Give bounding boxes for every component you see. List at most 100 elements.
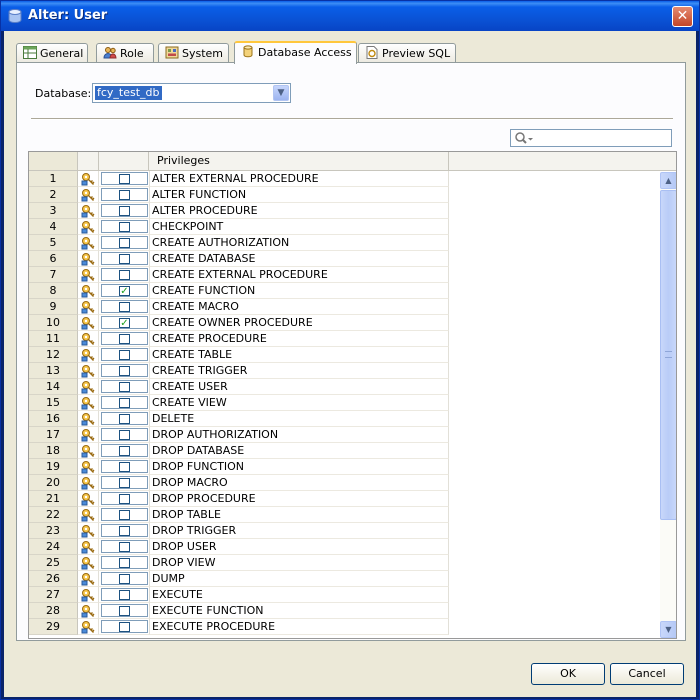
table-row[interactable]: 2 ALTER FUNCTION bbox=[29, 187, 661, 203]
grant-checkbox-cell bbox=[99, 171, 149, 187]
table-row[interactable]: 15 CREATE VIEW bbox=[29, 395, 661, 411]
privilege-name: CREATE OWNER PROCEDURE bbox=[149, 315, 449, 331]
table-row[interactable]: 4 CHECKPOINT bbox=[29, 219, 661, 235]
checkmark-icon bbox=[119, 206, 130, 216]
row-number: 1 bbox=[29, 171, 78, 187]
table-row[interactable]: 12 CREATE TABLE bbox=[29, 347, 661, 363]
grant-checkbox[interactable] bbox=[101, 172, 148, 185]
privileges-column-header[interactable]: Privileges bbox=[149, 152, 449, 170]
checkmark-icon bbox=[119, 222, 130, 232]
table-row[interactable]: 29 EXECUTE PROCEDURE bbox=[29, 619, 661, 635]
search-icon bbox=[515, 132, 533, 144]
checkmark-icon bbox=[119, 302, 130, 312]
tab-system[interactable]: System bbox=[158, 43, 229, 63]
grip-icon bbox=[665, 351, 672, 358]
table-row[interactable]: 21 DROP PROCEDURE bbox=[29, 491, 661, 507]
table-row[interactable]: 19 DROP FUNCTION bbox=[29, 459, 661, 475]
tab-general[interactable]: General bbox=[16, 43, 88, 63]
grant-checkbox[interactable] bbox=[101, 236, 148, 249]
tab-label: Preview SQL bbox=[382, 47, 451, 60]
table-row[interactable]: 14 CREATE USER bbox=[29, 379, 661, 395]
table-row[interactable]: 13 CREATE TRIGGER bbox=[29, 363, 661, 379]
database-key-icon bbox=[243, 45, 253, 58]
grant-checkbox[interactable] bbox=[101, 444, 148, 457]
grant-checkbox[interactable]: ✓ bbox=[101, 284, 148, 297]
table-row[interactable]: 24 DROP USER bbox=[29, 539, 661, 555]
table-row[interactable]: 25 DROP VIEW bbox=[29, 555, 661, 571]
grant-checkbox[interactable] bbox=[101, 604, 148, 617]
table-row[interactable]: 23 DROP TRIGGER bbox=[29, 523, 661, 539]
tab-role[interactable]: Role bbox=[96, 43, 154, 63]
table-row[interactable]: 22 DROP TABLE bbox=[29, 507, 661, 523]
grant-checkbox-cell bbox=[99, 219, 149, 235]
table-row[interactable]: 11 CREATE PROCEDURE bbox=[29, 331, 661, 347]
scrollbar-thumb[interactable] bbox=[660, 190, 676, 520]
grant-checkbox[interactable] bbox=[101, 460, 148, 473]
grant-checkbox[interactable] bbox=[101, 524, 148, 537]
row-number: 12 bbox=[29, 347, 78, 363]
grant-checkbox[interactable] bbox=[101, 268, 148, 281]
checkmark-icon bbox=[119, 494, 130, 504]
table-row[interactable]: 9 CREATE MACRO bbox=[29, 299, 661, 315]
grant-checkbox[interactable] bbox=[101, 428, 148, 441]
database-access-panel: Database: fcy_test_db ▼ Privileges 1 ALT… bbox=[16, 62, 686, 641]
table-row[interactable]: 5 CREATE AUTHORIZATION bbox=[29, 235, 661, 251]
grant-checkbox[interactable]: ✓ bbox=[101, 316, 148, 329]
grant-checkbox[interactable] bbox=[101, 348, 148, 361]
grant-checkbox[interactable] bbox=[101, 188, 148, 201]
tab-preview-sql[interactable]: Preview SQL bbox=[358, 43, 456, 63]
grant-checkbox[interactable] bbox=[101, 220, 148, 233]
grant-checkbox[interactable] bbox=[101, 492, 148, 505]
table-row[interactable]: 20 DROP MACRO bbox=[29, 475, 661, 491]
grant-checkbox[interactable] bbox=[101, 588, 148, 601]
privilege-key-icon bbox=[81, 525, 95, 538]
grant-checkbox[interactable] bbox=[101, 380, 148, 393]
privilege-filter-input[interactable] bbox=[510, 129, 672, 147]
grant-checkbox[interactable] bbox=[101, 572, 148, 585]
checkmark-icon bbox=[119, 606, 130, 616]
table-row[interactable]: 16 DELETE bbox=[29, 411, 661, 427]
grant-checkbox[interactable] bbox=[101, 476, 148, 489]
grant-checkbox[interactable] bbox=[101, 332, 148, 345]
table-row[interactable]: 26 DUMP bbox=[29, 571, 661, 587]
grant-checkbox[interactable] bbox=[101, 204, 148, 217]
table-row[interactable]: 6 CREATE DATABASE bbox=[29, 251, 661, 267]
privilege-name: DUMP bbox=[149, 571, 449, 587]
icon-cell bbox=[78, 363, 99, 379]
ok-button[interactable]: OK bbox=[531, 663, 605, 685]
table-row[interactable]: 10 ✓ CREATE OWNER PROCEDURE bbox=[29, 315, 661, 331]
grant-checkbox[interactable] bbox=[101, 364, 148, 377]
grant-checkbox[interactable] bbox=[101, 396, 148, 409]
grant-checkbox[interactable] bbox=[101, 556, 148, 569]
privilege-name: DROP MACRO bbox=[149, 475, 449, 491]
grant-checkbox[interactable] bbox=[101, 508, 148, 521]
cancel-button[interactable]: Cancel bbox=[610, 663, 684, 685]
grant-checkbox-cell bbox=[99, 475, 149, 491]
table-row[interactable]: 1 ALTER EXTERNAL PROCEDURE bbox=[29, 171, 661, 187]
grant-checkbox[interactable] bbox=[101, 252, 148, 265]
table-row[interactable]: 28 EXECUTE FUNCTION bbox=[29, 603, 661, 619]
table-row[interactable]: 8 ✓ CREATE FUNCTION bbox=[29, 283, 661, 299]
grant-checkbox[interactable] bbox=[101, 620, 148, 633]
close-button[interactable]: ✕ bbox=[672, 6, 693, 27]
dropdown-arrow-icon[interactable]: ▼ bbox=[273, 85, 289, 101]
grant-checkbox[interactable] bbox=[101, 412, 148, 425]
grant-checkbox[interactable] bbox=[101, 540, 148, 553]
table-row[interactable]: 3 ALTER PROCEDURE bbox=[29, 203, 661, 219]
privilege-key-icon bbox=[81, 509, 95, 522]
title-bar[interactable]: Alter: User ✕ bbox=[1, 1, 699, 31]
table-row[interactable]: 18 DROP DATABASE bbox=[29, 443, 661, 459]
grant-checkbox[interactable] bbox=[101, 300, 148, 313]
tab-database-access[interactable]: Database Access bbox=[234, 41, 357, 64]
vertical-scrollbar[interactable]: ▲ ▼ bbox=[660, 172, 676, 638]
table-row[interactable]: 27 EXECUTE bbox=[29, 587, 661, 603]
table-row[interactable]: 7 CREATE EXTERNAL PROCEDURE bbox=[29, 267, 661, 283]
scroll-up-button[interactable]: ▲ bbox=[660, 172, 676, 189]
scroll-down-button[interactable]: ▼ bbox=[660, 621, 676, 638]
checkmark-icon bbox=[119, 238, 130, 248]
icon-cell bbox=[78, 427, 99, 443]
table-row[interactable]: 17 DROP AUTHORIZATION bbox=[29, 427, 661, 443]
grant-checkbox-cell: ✓ bbox=[99, 315, 149, 331]
database-select[interactable]: fcy_test_db ▼ bbox=[92, 83, 291, 103]
table-header: Privileges bbox=[29, 152, 676, 171]
